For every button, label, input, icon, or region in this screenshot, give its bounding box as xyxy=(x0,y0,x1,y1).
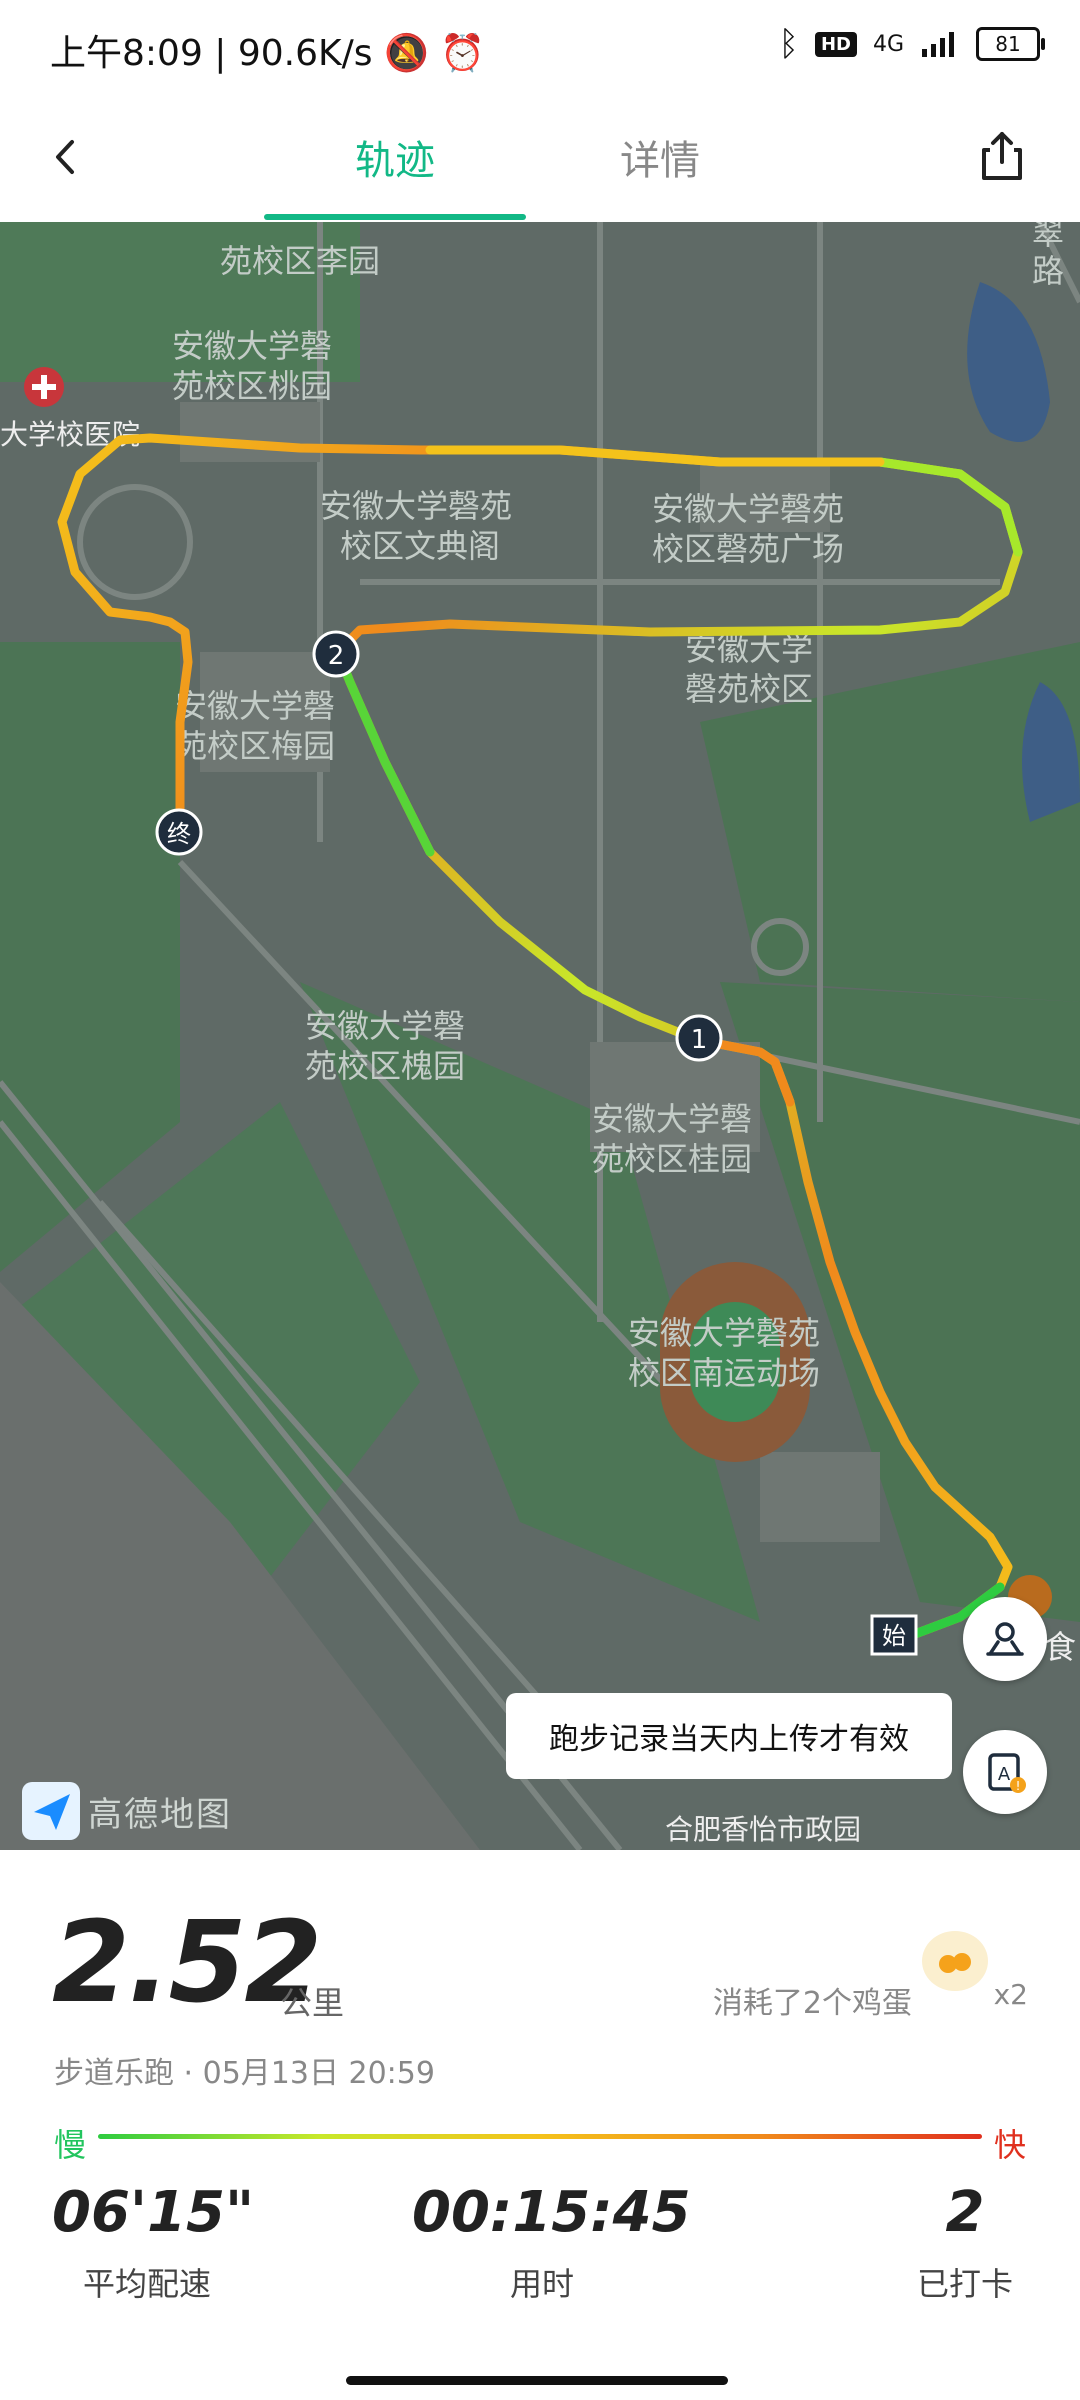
svg-text:始: 始 xyxy=(882,1622,906,1650)
report-button[interactable]: A ! xyxy=(963,1730,1047,1814)
svg-text:翠: 翠 xyxy=(1032,222,1064,252)
toast-text: 跑步记录当天内上传才有效 xyxy=(549,1722,909,1757)
distance-unit: 公里 xyxy=(280,1984,345,2022)
tab-details[interactable]: 详情 xyxy=(620,128,700,186)
metric-duration-label: 用时 xyxy=(509,2265,574,2303)
metric-checkins-label: 已打卡 xyxy=(916,2265,1013,2303)
svg-text:苑校区桃园: 苑校区桃园 xyxy=(172,367,332,405)
report-icon: A ! xyxy=(988,1753,1026,1793)
map-watermark: 高德地图 xyxy=(22,1782,232,1840)
legend-fast: 快 xyxy=(993,2126,1026,2164)
person-pin-icon xyxy=(986,1622,1024,1656)
svg-text:路: 路 xyxy=(1032,252,1064,290)
legend-slow: 慢 xyxy=(54,2126,87,2164)
svg-text:校区南运动场: 校区南运动场 xyxy=(628,1354,820,1392)
metric-pace-value: 06'15" xyxy=(52,2180,255,2245)
battery-icon: 81 xyxy=(976,27,1045,61)
svg-text:安徽大学磬: 安徽大学磬 xyxy=(172,327,332,365)
home-indicator[interactable] xyxy=(346,2376,728,2385)
svg-text:2: 2 xyxy=(328,641,345,671)
start-marker[interactable]: 始 xyxy=(870,1614,918,1656)
km-marker-2[interactable]: 2 xyxy=(312,630,360,678)
metric-checkins: 2 已打卡 xyxy=(900,2180,1030,2305)
map-canvas: 苑校区李园 安徽大学磬 苑校区桃园 大学校医院 安徽大学磬苑 校区文典阁 安徽大… xyxy=(0,222,1080,1850)
svg-text:苑校区桂园: 苑校区桂园 xyxy=(592,1140,752,1178)
egg-icon xyxy=(922,1931,988,1991)
svg-text:安徽大学磬: 安徽大学磬 xyxy=(175,687,335,725)
status-bar: 上午8:09 | 90.6K/s 🔕 ⏰ ᛒ HD 4G 81 xyxy=(0,0,1080,96)
tab-track[interactable]: 轨迹 xyxy=(355,128,435,186)
mute-icon: 🔕 xyxy=(383,33,429,74)
svg-text:苑校区槐园: 苑校区槐园 xyxy=(305,1047,465,1085)
gaode-logo-icon xyxy=(22,1782,80,1840)
status-time: 上午8:09 xyxy=(50,33,203,74)
svg-text:苑校区梅园: 苑校区梅园 xyxy=(175,727,335,765)
pace-gradient xyxy=(98,2134,982,2139)
tab-indicator xyxy=(264,214,526,220)
eggs-multiplier: x2 xyxy=(993,1978,1028,2011)
network-type: 4G xyxy=(872,31,904,57)
end-marker[interactable]: 终 xyxy=(155,808,203,856)
metric-duration-value: 00:15:45 xyxy=(412,2180,691,2245)
svg-text:校区磬苑广场: 校区磬苑广场 xyxy=(652,530,844,568)
svg-text:A: A xyxy=(998,1764,1011,1785)
metric-checkins-value: 2 xyxy=(945,2180,985,2245)
back-icon[interactable] xyxy=(42,132,92,182)
metric-pace-label: 平均配速 xyxy=(82,2265,211,2303)
hospital-pin-icon[interactable] xyxy=(24,367,64,407)
bluetooth-icon: ᛒ xyxy=(778,24,799,64)
svg-text:磬苑校区: 磬苑校区 xyxy=(685,670,813,708)
watermark-text: 高德地图 xyxy=(88,1794,232,1835)
metric-duration: 00:15:45 用时 xyxy=(412,2180,691,2305)
run-meta: 步道乐跑 · 05月13日 20:59 xyxy=(54,2056,435,2091)
svg-text:苑校区李园: 苑校区李园 xyxy=(220,242,380,280)
svg-text:食: 食 xyxy=(1044,1628,1076,1666)
metric-pace: 06'15" 平均配速 xyxy=(52,2180,255,2305)
summary-panel: 2.52 公里 消耗了2个鸡蛋 x2 步道乐跑 · 05月13日 20:59 慢… xyxy=(0,1850,1080,2400)
hd-icon: HD xyxy=(814,31,857,57)
share-icon[interactable] xyxy=(972,126,1032,186)
signal-icon xyxy=(922,32,954,57)
svg-text:安徽大学磬: 安徽大学磬 xyxy=(592,1100,752,1138)
svg-text:!: ! xyxy=(1016,1779,1021,1793)
svg-text:安徽大学磬苑: 安徽大学磬苑 xyxy=(652,490,844,528)
upload-toast: 跑步记录当天内上传才有效 xyxy=(506,1693,952,1779)
top-nav: 轨迹 详情 xyxy=(0,96,1080,222)
svg-text:安徽大学磬: 安徽大学磬 xyxy=(305,1007,465,1045)
svg-text:终: 终 xyxy=(167,820,191,848)
status-left: 上午8:09 | 90.6K/s 🔕 ⏰ xyxy=(50,33,486,74)
map-view[interactable]: 苑校区李园 安徽大学磬 苑校区桃园 大学校医院 安徽大学磬苑 校区文典阁 安徽大… xyxy=(0,222,1080,1850)
svg-text:校区文典阁: 校区文典阁 xyxy=(340,527,500,565)
svg-text:1: 1 xyxy=(691,1025,708,1055)
eggs-text: 消耗了2个鸡蛋 xyxy=(712,1986,912,2021)
km-marker-1[interactable]: 1 xyxy=(675,1014,723,1062)
map-mode-button[interactable] xyxy=(963,1597,1047,1681)
alarm-icon: ⏰ xyxy=(440,33,486,74)
network-speed: 90.6K/s xyxy=(237,33,373,74)
svg-text:安徽大学磬苑: 安徽大学磬苑 xyxy=(628,1314,820,1352)
svg-text:合肥香怡市政园: 合肥香怡市政园 xyxy=(665,1813,861,1846)
svg-text:安徽大学磬苑: 安徽大学磬苑 xyxy=(320,487,512,525)
status-right: ᛒ HD 4G 81 xyxy=(778,24,1045,64)
